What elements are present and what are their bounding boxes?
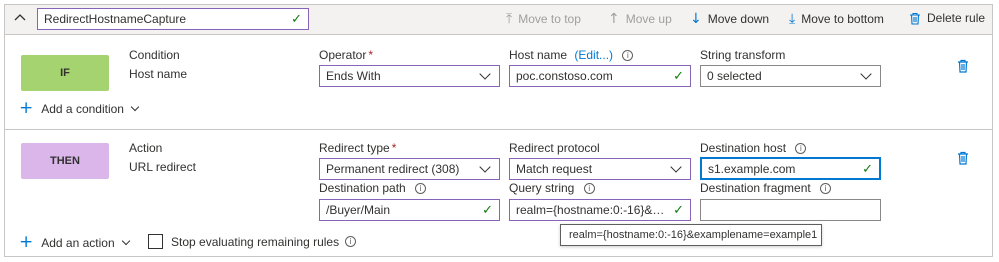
add-action-label: Add an action [41,235,115,250]
host-name-value: poc.constoso.com [516,69,613,83]
add-action-button[interactable]: + Add an action [19,232,130,252]
add-condition-button[interactable]: + Add a condition [19,98,140,118]
valid-check-icon: ✓ [673,202,684,217]
destination-path-value: /Buyer/Main [326,203,391,217]
valid-check-icon: ✓ [482,202,493,217]
operator-dropdown[interactable]: Ends With [319,65,500,87]
move-to-top-label: Move to top [518,12,581,26]
move-to-top-icon: ⤒ [506,11,513,27]
chevron-down-icon [670,161,682,173]
destination-fragment-input[interactable] [700,199,881,221]
move-to-top-button[interactable]: ⤒ Move to top [506,11,581,27]
chevron-down-icon [479,161,491,173]
plus-icon: + [19,232,34,252]
destination-path-input[interactable]: /Buyer/Main ✓ [319,199,500,221]
condition-subtitle: Host name [129,67,188,81]
move-up-button[interactable]: ↑ Move up [608,11,672,27]
host-name-label: Host name (Edit...) i [509,48,634,62]
stop-evaluating-label: Stop evaluating remaining rules [171,234,340,249]
info-icon: i [583,183,595,195]
host-edit-link[interactable]: (Edit...) [574,48,613,62]
valid-check-icon: ✓ [291,11,302,26]
plus-icon: + [19,98,34,118]
query-string-tooltip: realm={hostname:0:-16}&examplename=examp… [560,224,822,246]
info-icon: i [820,183,832,195]
arrow-down-icon: ↓ [690,11,702,27]
redirect-protocol-label: Redirect protocol [509,141,600,155]
info-icon: i [622,50,634,62]
checkbox-box[interactable] [148,234,163,249]
destination-path-label: Destination path i [319,181,427,195]
rule-name-value: RedirectHostnameCapture [44,12,187,26]
string-transform-dropdown[interactable]: 0 selected [700,65,881,87]
move-down-label: Move down [707,12,770,26]
tooltip-text: realm={hostname:0:-16}&examplename=examp… [569,229,818,241]
destination-host-label: Destination host i [700,141,807,155]
redirect-type-label: Redirect type * [319,141,397,155]
operator-value: Ends With [326,69,381,83]
section-divider [5,129,992,130]
info-icon: i [795,143,807,155]
condition-title: Condition [129,48,180,62]
query-string-label: Query string i [509,181,595,195]
collapse-chevron-icon[interactable] [13,11,27,25]
redirect-type-dropdown[interactable]: Permanent redirect (308) [319,158,500,180]
arrow-up-icon: ↑ [608,11,620,27]
action-title: Action [129,141,163,155]
destination-host-value: s1.example.com [708,161,796,176]
chevron-down-icon [479,68,491,80]
valid-check-icon: ✓ [862,160,873,176]
query-string-value: realm={hostname:0:-16}&ex... [516,203,670,217]
rule-name-input[interactable]: RedirectHostnameCapture ✓ [37,8,309,30]
delete-rule-button[interactable]: Delete rule [909,11,985,25]
string-transform-label: String transform [700,48,786,62]
add-condition-label: Add a condition [41,101,124,116]
move-up-label: Move up [625,12,672,26]
redirect-protocol-dropdown[interactable]: Match request [509,158,691,180]
stop-evaluating-checkbox[interactable]: Stop evaluating remaining rules i [148,234,357,249]
action-subtitle: URL redirect [129,160,196,174]
delete-rule-label: Delete rule [927,11,986,25]
delete-action-icon[interactable] [957,151,968,165]
chevron-down-icon [130,102,140,112]
destination-host-input[interactable]: s1.example.com ✓ [700,157,881,180]
redirect-protocol-value: Match request [516,162,593,176]
query-string-input[interactable]: realm={hostname:0:-16}&ex... ✓ [509,199,691,221]
string-transform-value: 0 selected [707,69,762,83]
delete-condition-icon[interactable] [957,59,968,73]
destination-fragment-label: Destination fragment i [700,181,832,195]
valid-check-icon: ✓ [673,68,684,83]
info-icon: i [345,236,357,247]
redirect-type-value: Permanent redirect (308) [326,162,460,176]
info-icon: i [415,183,427,195]
move-down-button[interactable]: ↓ Move down [690,11,769,27]
move-to-bottom-button[interactable]: ⤓ Move to bottom [789,11,884,27]
chevron-down-icon [860,68,872,80]
chevron-down-icon [121,236,130,246]
trash-icon [910,12,920,25]
if-tag: IF [21,55,109,91]
host-name-input[interactable]: poc.constoso.com ✓ [509,65,691,87]
then-tag: THEN [21,143,109,179]
move-to-bottom-icon: ⤓ [789,11,796,27]
move-to-bottom-label: Move to bottom [801,12,884,26]
operator-label: Operator * [319,48,374,62]
